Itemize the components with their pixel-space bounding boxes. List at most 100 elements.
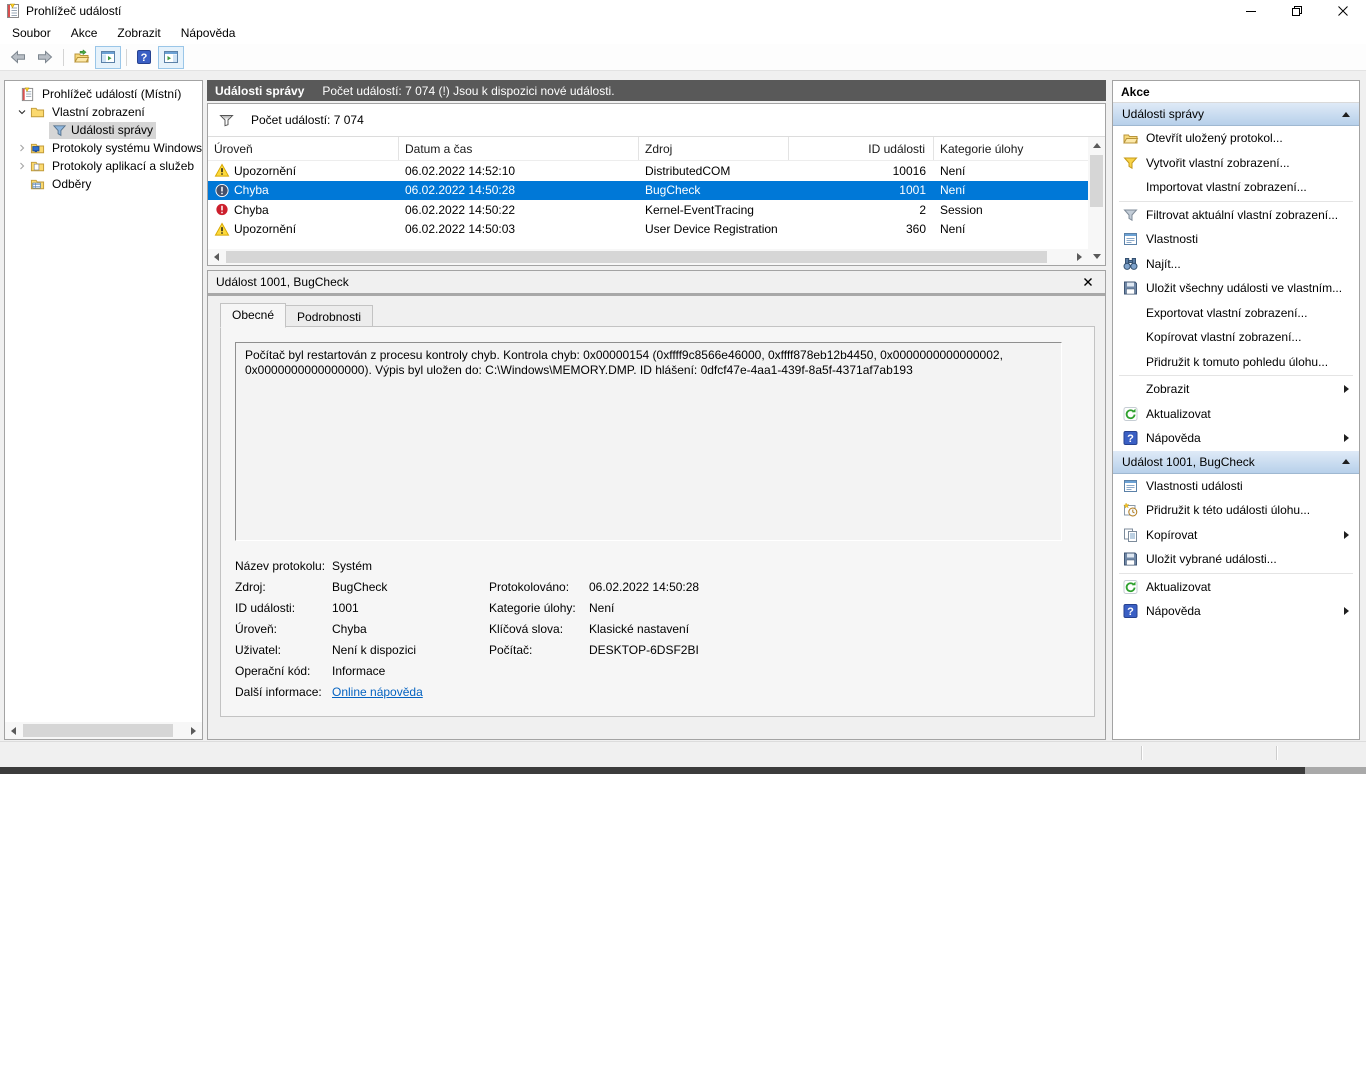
column-header-datetime[interactable]: Datum a čas <box>399 137 639 160</box>
action-attach-task-to-event[interactable]: Přidružit k této události úlohu... <box>1113 498 1359 523</box>
scrollbar-thumb[interactable] <box>23 724 173 737</box>
scroll-right-arrow[interactable] <box>1071 249 1088 266</box>
scroll-up-arrow[interactable] <box>1088 137 1105 154</box>
tab-obecne[interactable]: Obecné <box>220 303 286 328</box>
tree-item-app-logs[interactable]: Protokoly aplikací a služeb <box>5 157 202 175</box>
error-icon <box>214 202 230 217</box>
action-save-all-events[interactable]: Uložit všechny události ve vlastním... <box>1113 276 1359 301</box>
event-detail-panel: Událost 1001, BugCheck Obecné Podrobnost… <box>207 270 1106 740</box>
toolbar-separator <box>126 49 127 66</box>
chevron-down-icon[interactable] <box>15 105 29 119</box>
table-row[interactable]: Chyba 06.02.2022 14:50:22 Kernel-EventTr… <box>208 200 1088 220</box>
restore-icon <box>1292 6 1302 16</box>
action-filter-current-view[interactable]: Filtrovat aktuální vlastní zobrazení... <box>1113 203 1359 228</box>
tree-item-windows-logs[interactable]: Protokoly systému Windows <box>5 139 202 157</box>
field-label: Klíčová slova: <box>489 622 589 636</box>
warning-icon <box>214 222 230 237</box>
actions-separator <box>1119 375 1353 376</box>
title-bar: Prohlížeč událostí <box>0 0 1366 22</box>
tab-podrobnosti[interactable]: Podrobnosti <box>286 305 373 328</box>
scroll-down-arrow[interactable] <box>1088 248 1105 265</box>
actions-section-header-admin-events[interactable]: Události správy <box>1113 103 1359 126</box>
scrollbar-thumb[interactable] <box>226 251 1047 263</box>
console-tree-toggle-button[interactable] <box>95 46 121 69</box>
action-help-submenu[interactable]: ? Nápověda <box>1113 426 1359 451</box>
console-tree-panel: Prohlížeč událostí (Místní) Vlastní zobr… <box>4 80 203 740</box>
action-copy-custom-view[interactable]: Kopírovat vlastní zobrazení... <box>1113 325 1359 350</box>
table-row[interactable]: Upozornění 06.02.2022 14:52:10 Distribut… <box>208 161 1088 181</box>
close-button[interactable] <box>1320 0 1366 22</box>
action-view-submenu[interactable]: Zobrazit <box>1113 377 1359 402</box>
save-icon <box>1122 280 1139 296</box>
actions-section-header-event[interactable]: Událost 1001, BugCheck <box>1113 451 1359 474</box>
table-row-selected[interactable]: Chyba 06.02.2022 14:50:28 BugCheck 1001 … <box>208 181 1088 201</box>
scroll-left-arrow[interactable] <box>5 722 22 739</box>
field-value: Není k dispozici <box>332 643 489 657</box>
status-pane-separator <box>1141 746 1142 760</box>
field-label: Operační kód: <box>235 664 332 678</box>
action-event-properties[interactable]: Vlastnosti události <box>1113 474 1359 499</box>
action-export-custom-view[interactable]: Exportovat vlastní zobrazení... <box>1113 301 1359 326</box>
help-button[interactable]: ? <box>131 46 157 69</box>
warning-icon <box>214 163 230 178</box>
chevron-right-icon[interactable] <box>15 159 29 173</box>
action-import-custom-view[interactable]: Importovat vlastní zobrazení... <box>1113 175 1359 200</box>
action-find[interactable]: Najít... <box>1113 252 1359 277</box>
action-help-event-submenu[interactable]: ? Nápověda <box>1113 599 1359 624</box>
action-refresh[interactable]: Aktualizovat <box>1113 402 1359 427</box>
action-pane-toggle-button[interactable] <box>158 46 184 69</box>
menu-zobrazit[interactable]: Zobrazit <box>107 23 170 43</box>
column-header-level[interactable]: Úroveň <box>208 137 399 160</box>
event-count-text: Počet událostí: 7 074 <box>251 113 364 127</box>
close-icon <box>1338 6 1348 16</box>
minimize-button[interactable] <box>1228 0 1274 22</box>
field-label: Úroveň: <box>235 622 332 636</box>
submenu-arrow-icon <box>1344 531 1349 539</box>
event-description[interactable]: Počítač byl restartován z procesu kontro… <box>235 342 1062 541</box>
window-title: Prohlížeč událostí <box>26 4 121 18</box>
table-horizontal-scrollbar[interactable] <box>208 249 1088 265</box>
action-create-custom-view[interactable]: Vytvořit vlastní zobrazení... <box>1113 151 1359 176</box>
back-button[interactable] <box>5 46 31 69</box>
online-help-link[interactable]: Online nápověda <box>332 685 423 699</box>
restore-button[interactable] <box>1274 0 1320 22</box>
scrollbar-thumb[interactable] <box>1090 155 1103 207</box>
action-copy-submenu[interactable]: Kopírovat <box>1113 523 1359 548</box>
detail-close-button[interactable] <box>1079 273 1097 291</box>
tree-horizontal-scrollbar[interactable] <box>5 722 202 739</box>
actions-separator <box>1119 573 1353 574</box>
field-label: ID události: <box>235 601 332 615</box>
view-header-bar: Události správy Počet událostí: 7 074 (!… <box>207 80 1106 101</box>
chevron-right-icon[interactable] <box>15 141 29 155</box>
column-header-category[interactable]: Kategorie úlohy <box>934 137 1088 160</box>
tree-item-root[interactable]: Prohlížeč událostí (Místní) <box>5 85 202 103</box>
action-attach-task-to-view[interactable]: Přidružit k tomuto pohledu úlohu... <box>1113 350 1359 375</box>
toolbar-separator <box>63 49 64 66</box>
detail-tab-page: Počítač byl restartován z procesu kontro… <box>220 326 1095 717</box>
table-row[interactable]: Upozornění 06.02.2022 14:50:03 User Devi… <box>208 220 1088 240</box>
tree-item-custom-views[interactable]: Vlastní zobrazení <box>5 103 202 121</box>
table-vertical-scrollbar[interactable] <box>1088 137 1105 265</box>
scroll-right-arrow[interactable] <box>185 722 202 739</box>
column-header-event-id[interactable]: ID události <box>789 137 934 160</box>
menu-akce[interactable]: Akce <box>61 23 108 43</box>
action-refresh-event[interactable]: Aktualizovat <box>1113 575 1359 600</box>
open-saved-log-button[interactable] <box>68 46 94 69</box>
field-value: BugCheck <box>332 580 489 594</box>
menu-napoveda[interactable]: Nápověda <box>171 23 246 43</box>
forward-button[interactable] <box>32 46 58 69</box>
field-value: 06.02.2022 14:50:28 <box>589 580 809 594</box>
tree-item-admin-events[interactable]: Události správy <box>5 121 202 139</box>
action-open-saved-log[interactable]: Otevřít uložený protokol... <box>1113 126 1359 151</box>
folder-icon <box>29 105 46 120</box>
close-icon <box>1084 278 1092 286</box>
scroll-left-arrow[interactable] <box>208 249 225 266</box>
task-clock-icon <box>1122 502 1139 518</box>
action-properties[interactable]: Vlastnosti <box>1113 227 1359 252</box>
menu-soubor[interactable]: Soubor <box>2 23 61 43</box>
action-save-selected-events[interactable]: Uložit vybrané události... <box>1113 547 1359 572</box>
tree-item-subscriptions[interactable]: Odběry <box>5 175 202 193</box>
column-header-source[interactable]: Zdroj <box>639 137 789 160</box>
events-list-panel: Počet událostí: 7 074 Úroveň Datum a čas… <box>207 103 1106 266</box>
save-icon <box>1122 551 1139 567</box>
